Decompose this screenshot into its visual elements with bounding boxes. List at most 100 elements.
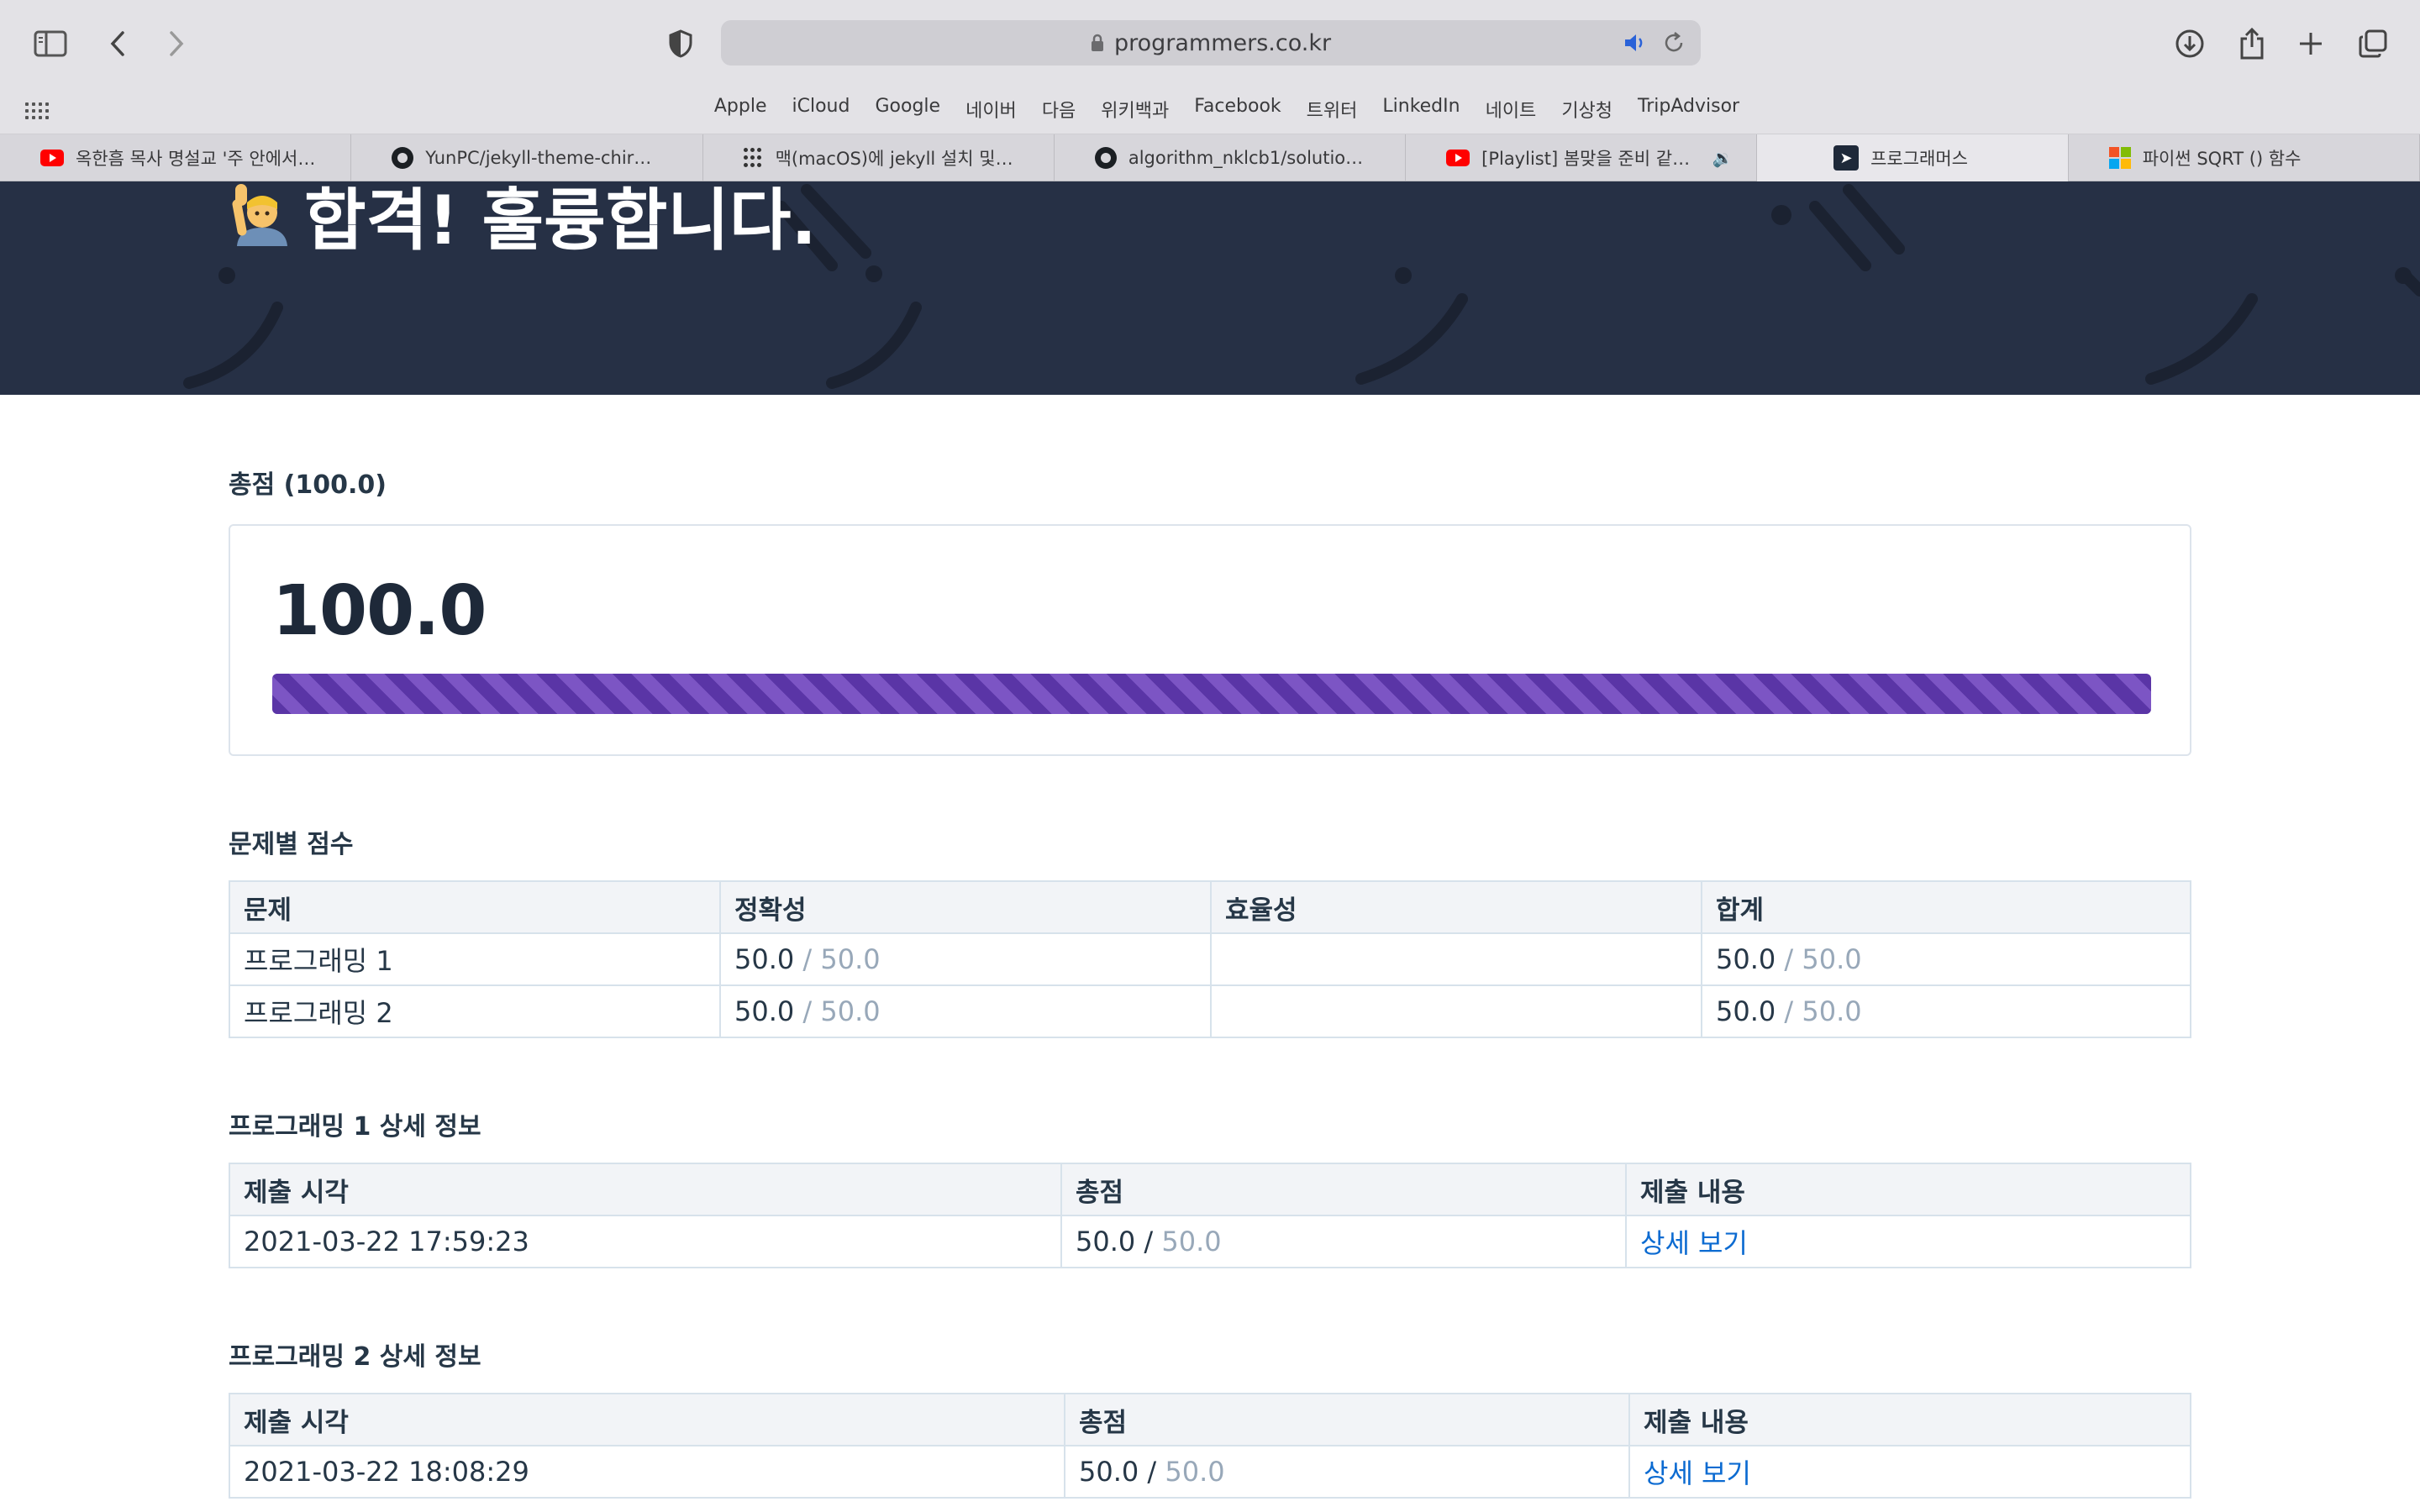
detail-1-heading: 프로그래밍 1 상세 정보 [229, 1112, 481, 1142]
favorite-link[interactable]: 위키백과 [1101, 96, 1169, 123]
share-button[interactable] [2227, 18, 2277, 69]
efficiency-score [1210, 984, 1702, 1038]
shield-icon [669, 29, 692, 58]
column-header-content: 제출 내용 [1625, 1163, 2191, 1216]
problem-name: 프로그래밍 2 [229, 984, 721, 1038]
favorite-link[interactable]: LinkedIn [1382, 96, 1460, 123]
browser-tab[interactable]: 맥(macOS)에 jekyll 설치 및… [703, 134, 1055, 181]
per-problem-table: 문제 정확성 효율성 합계 프로그래밍 1 50.0 / 50.0 50.0 /… [229, 880, 2191, 1038]
tab-overview-button[interactable] [2348, 18, 2398, 69]
browser-tab[interactable]: ➤ 프로그래머스 [1757, 134, 2069, 181]
view-detail-link[interactable]: 상세 보기 [1640, 1227, 1748, 1259]
browser-tab[interactable]: [Playlist] 봄맞을 준비 같이… 🔉 [1406, 134, 1758, 181]
score-progress-fill [272, 674, 2151, 714]
youtube-icon [1446, 150, 1470, 166]
person-raising-hand-icon [232, 184, 287, 246]
tab-label: 파이썬 SQRT () 함수 [2142, 149, 2302, 169]
column-header-sum: 합계 [1701, 880, 2191, 934]
tab-label: 프로그래머스 [1870, 149, 1968, 169]
tab-label: algorithm_nklcb1/solutio… [1128, 148, 1364, 168]
download-icon [2175, 29, 2204, 58]
table-row: 프로그래밍 2 50.0 / 50.0 50.0 / 50.0 [229, 984, 2191, 1038]
forward-button[interactable] [151, 18, 202, 69]
github-icon [392, 147, 414, 169]
total-score-card: 100.0 [229, 524, 2191, 756]
submission-score: 50.0 / 50.0 [1060, 1215, 1627, 1268]
address-bar[interactable]: programmers.co.kr [721, 20, 1701, 66]
browser-tab[interactable]: 옥한흠 목사 명설교 '주 안에서… [0, 134, 352, 181]
programmers-icon: ➤ [1833, 145, 1860, 171]
dots-icon [743, 148, 764, 168]
sum-score: 50.0 / 50.0 [1701, 932, 2191, 986]
table-header-row: 문제 정확성 효율성 합계 [229, 880, 2191, 934]
favorite-link[interactable]: TripAdvisor [1638, 96, 1739, 123]
favorites-bar: Apple iCloud Google 네이버 다음 위키백과 Facebook 트위터 Lin… [0, 87, 2420, 134]
reload-icon[interactable] [1662, 30, 1686, 55]
table-row: 2021-03-22 17:59:23 50.0 / 50.0 상세 보기 [229, 1215, 2191, 1268]
browser-tab[interactable]: 파이썬 SQRT () 함수 [2069, 134, 2420, 181]
browser-toolbar: programmers.co.kr [0, 0, 2420, 87]
column-header-accuracy: 정확성 [719, 880, 1212, 934]
favorite-link[interactable]: Google [875, 96, 940, 123]
favorite-link[interactable]: 기상청 [1561, 96, 1612, 123]
column-header-efficiency: 효율성 [1210, 880, 1702, 934]
plus-icon [2300, 33, 2322, 55]
new-tab-button[interactable] [2286, 18, 2336, 69]
tabs-overview-icon [2359, 29, 2387, 58]
table-row: 2021-03-22 18:08:29 50.0 / 50.0 상세 보기 [229, 1445, 2191, 1499]
detail-2-heading: 프로그래밍 2 상세 정보 [229, 1342, 481, 1372]
favorite-link[interactable]: 트위터 [1307, 96, 1358, 123]
tab-bar: 옥한흠 목사 명설교 '주 안에서… YunPC/jekyll-theme-chi… [0, 134, 2420, 181]
chevron-left-icon [110, 31, 124, 56]
per-problem-heading: 문제별 점수 [229, 830, 354, 859]
browser-tab[interactable]: YunPC/jekyll-theme-chir… [351, 134, 703, 181]
sum-score: 50.0 / 50.0 [1701, 984, 2191, 1038]
column-header-problem: 문제 [229, 880, 721, 934]
submitted-at: 2021-03-22 18:08:29 [229, 1445, 1065, 1499]
favorite-link[interactable]: Facebook [1194, 96, 1281, 123]
back-button[interactable] [92, 18, 143, 69]
tab-label: 맥(macOS)에 jekyll 설치 및… [775, 149, 1013, 169]
result-content: 총점 (100.0) 100.0 문제별 점수 문제 정확성 효율성 합계 프로… [229, 395, 2191, 1499]
accuracy-score: 50.0 / 50.0 [719, 932, 1212, 986]
sidebar-icon [34, 30, 67, 57]
hero-title-text: 합격! 훌륭합니다. [304, 181, 817, 260]
favorite-link[interactable]: iCloud [792, 96, 850, 123]
submitted-at: 2021-03-22 17:59:23 [229, 1215, 1062, 1268]
lock-icon [1091, 34, 1103, 51]
github-icon [1094, 147, 1117, 169]
microsoft-icon [2108, 147, 2131, 169]
accuracy-score: 50.0 / 50.0 [719, 984, 1212, 1038]
favorite-link[interactable]: Apple [714, 96, 767, 123]
detail-1-table: 제출 시각 총점 제출 내용 2021-03-22 17:59:23 50.0 … [229, 1163, 2191, 1268]
tab-label: [Playlist] 봄맞을 준비 같이… [1481, 149, 1701, 169]
browser-tab[interactable]: algorithm_nklcb1/solutio… [1055, 134, 1407, 181]
favorite-link[interactable]: 다음 [1042, 96, 1076, 123]
tab-label: 옥한흠 목사 명설교 '주 안에서… [76, 149, 316, 169]
tab-audio-icon[interactable]: 🔉 [1712, 148, 1733, 168]
downloads-button[interactable] [2165, 18, 2215, 69]
url-text: programmers.co.kr [1113, 29, 1332, 56]
detail-view-cell: 상세 보기 [1628, 1445, 2191, 1499]
tab-label: YunPC/jekyll-theme-chir… [425, 148, 652, 168]
result-hero: 합격! 훌륭합니다. [0, 181, 2420, 395]
table-header-row: 제출 시각 총점 제출 내용 [229, 1163, 2191, 1216]
detail-view-cell: 상세 보기 [1625, 1215, 2191, 1268]
favorite-link[interactable]: 네이버 [965, 96, 1017, 123]
score-progress-bar [272, 674, 2151, 714]
column-header-score: 총점 [1064, 1393, 1630, 1446]
table-header-row: 제출 시각 총점 제출 내용 [229, 1393, 2191, 1446]
view-detail-link[interactable]: 상세 보기 [1644, 1457, 1751, 1489]
total-score-value: 100.0 [272, 571, 487, 651]
detail-2-table: 제출 시각 총점 제출 내용 2021-03-22 18:08:29 50.0 … [229, 1393, 2191, 1499]
column-header-submitted-at: 제출 시각 [229, 1393, 1065, 1446]
sidebar-toggle-button[interactable] [25, 18, 76, 69]
total-score-heading: 총점 (100.0) [229, 470, 387, 500]
submission-score: 50.0 / 50.0 [1064, 1445, 1630, 1499]
favorite-link[interactable]: 네이트 [1486, 96, 1537, 123]
speaker-icon[interactable] [1622, 30, 1647, 55]
column-header-submitted-at: 제출 시각 [229, 1163, 1062, 1216]
favorites-list: Apple iCloud Google 네이버 다음 위키백과 Facebook 트위터 Lin… [0, 96, 2420, 123]
column-header-content: 제출 내용 [1628, 1393, 2191, 1446]
privacy-report-button[interactable] [655, 18, 706, 69]
